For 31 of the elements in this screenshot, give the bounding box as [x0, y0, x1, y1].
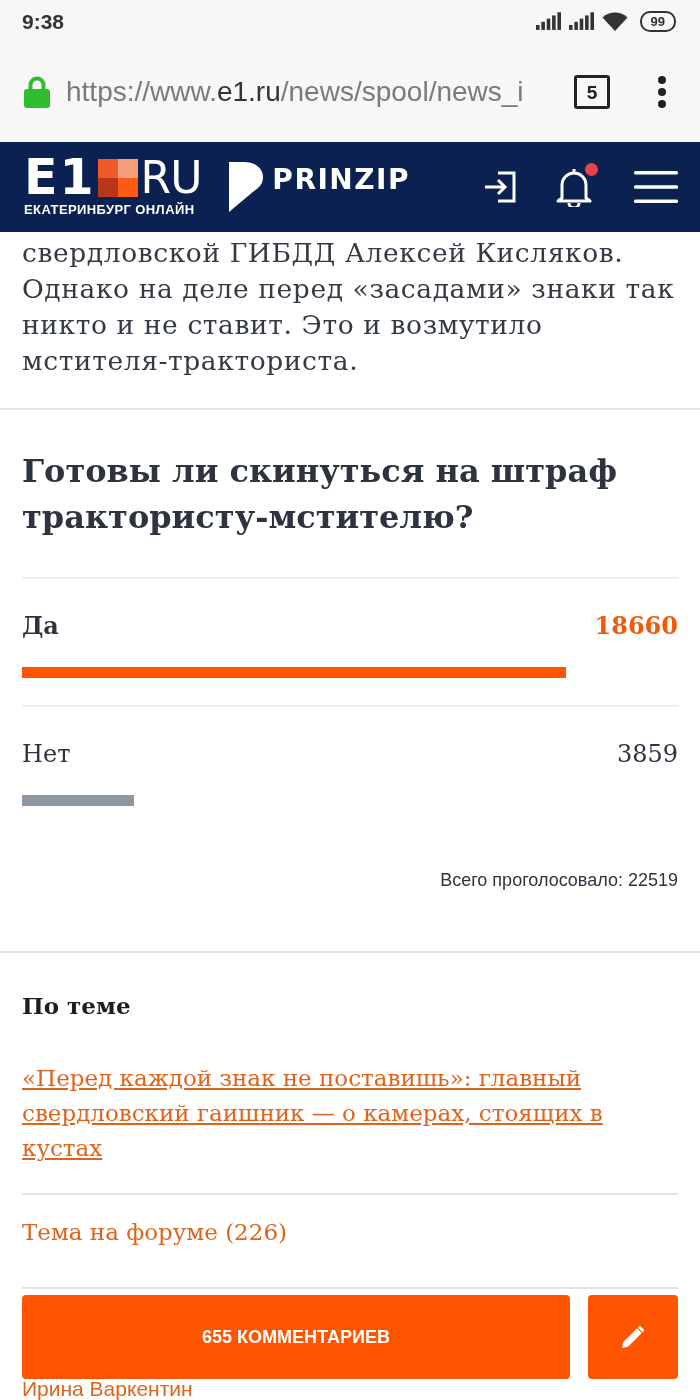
partner-logo-icon[interactable] — [229, 162, 264, 212]
write-comment-button[interactable] — [588, 1295, 678, 1379]
vote-count: 18660 — [594, 610, 678, 642]
partner-name[interactable]: PRINZIP — [272, 166, 411, 194]
poll-question: Готовы ли скинуться на штраф трактористу-мстителю? — [22, 451, 619, 538]
lock-icon — [24, 76, 50, 108]
comment-author-name: Ирина Варкентин — [21, 1380, 194, 1398]
login-icon[interactable] — [484, 171, 516, 203]
logo-squares-icon[interactable] — [97, 158, 138, 197]
article-paragraph: свердловской ГИБДД Алексей Кисляков. Однако на деле перед «засадами» знаки так никто и не ставит. Это и возмутило мстителя-тракториста. — [22, 236, 676, 378]
related-article-link[interactable]: «Перед каждой знак не поставишь»: главный свердловский гаишник — о камерах, стоящих в кустах — [22, 1061, 678, 1195]
forum-topic-link[interactable]: Тема на форуме (226) — [22, 1195, 678, 1289]
clock-time: 9:38 — [22, 10, 65, 32]
vote-count: 3859 — [616, 739, 678, 770]
poll-option-label: Нет — [22, 739, 71, 770]
total-votes-text: Всего проголосовало: 22519 — [439, 869, 678, 892]
logo-wordmark[interactable]: E1 — [24, 158, 96, 197]
poll-option-label: Да — [22, 610, 59, 642]
bell-icon[interactable] — [556, 167, 592, 207]
signal-icon — [568, 12, 594, 30]
signal-icon — [535, 12, 561, 30]
more-menu-icon[interactable] — [658, 76, 666, 108]
battery-level: 99 — [639, 10, 676, 32]
tabs-count-button[interactable]: 5 — [574, 75, 610, 109]
logo-suffix[interactable]: RU — [140, 158, 202, 197]
address-url[interactable]: https://www.e1.ru/news/spool/news_i — [66, 75, 524, 109]
pencil-icon — [622, 1326, 644, 1348]
section-heading: По теме — [22, 991, 132, 1021]
wifi-icon — [601, 11, 628, 31]
site-tagline: ЕКАТЕРИНБУРГ ОНЛАЙН — [24, 202, 196, 216]
menu-icon[interactable] — [634, 171, 678, 203]
